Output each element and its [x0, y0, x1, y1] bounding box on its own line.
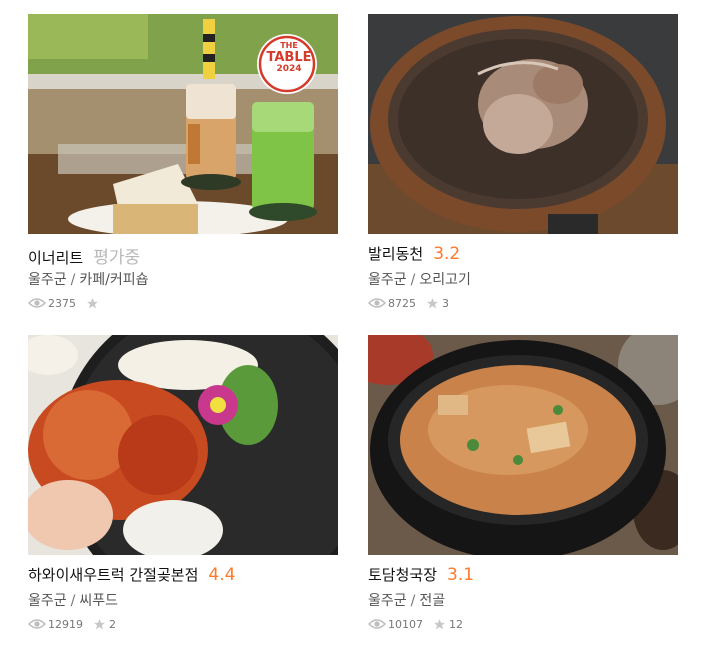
restaurant-category: 전골 — [419, 593, 446, 609]
restaurant-photo[interactable] — [28, 335, 338, 555]
restaurant-score: 평가중 — [93, 248, 141, 268]
favorite-count: 3 — [442, 296, 449, 310]
restaurant-category: 오리고기 — [419, 272, 471, 288]
restaurant-card[interactable]: 하와이새우트럭 간절곶본점 4.4 울주군 / 씨푸드 12919 2 — [28, 335, 338, 632]
the-table-2024-badge: THE TABLE 2024 — [266, 41, 312, 74]
favorite-count: 12 — [449, 617, 463, 631]
restaurant-name[interactable]: 이너리트 — [28, 247, 83, 268]
eye-icon — [368, 619, 386, 629]
restaurant-category: 카페/커피숍 — [79, 272, 149, 288]
restaurant-card[interactable]: 토담청국장 3.1 울주군 / 전골 10107 12 — [368, 335, 678, 632]
restaurant-region: 울주군 — [28, 593, 67, 609]
restaurant-card[interactable]: 발리동천 3.2 울주군 / 오리고기 8725 3 — [368, 14, 678, 311]
star-icon — [94, 618, 105, 629]
view-count: 2375 — [48, 296, 76, 310]
star-icon — [87, 297, 98, 308]
restaurant-score: 4.4 — [208, 565, 236, 585]
restaurant-name[interactable]: 토담청국장 — [368, 564, 437, 585]
restaurant-name[interactable]: 발리동천 — [368, 243, 423, 264]
restaurant-name[interactable]: 하와이새우트럭 간절곶본점 — [28, 564, 198, 585]
restaurant-photo[interactable] — [368, 14, 678, 234]
restaurant-region: 울주군 — [368, 593, 407, 609]
eye-icon — [28, 619, 46, 629]
restaurant-region: 울주군 — [368, 272, 407, 288]
view-count: 8725 — [388, 296, 416, 310]
eye-icon — [368, 298, 386, 308]
favorite-count: 2 — [109, 617, 116, 631]
star-icon — [434, 618, 445, 629]
star-icon — [427, 297, 438, 308]
restaurant-region: 울주군 — [28, 272, 67, 288]
eye-icon — [28, 298, 46, 308]
view-count: 12919 — [48, 617, 83, 631]
view-count: 10107 — [388, 617, 423, 631]
restaurant-category: 씨푸드 — [79, 593, 118, 609]
restaurant-photo[interactable] — [368, 335, 678, 555]
restaurant-score: 3.2 — [433, 244, 461, 264]
restaurant-score: 3.1 — [447, 565, 475, 585]
